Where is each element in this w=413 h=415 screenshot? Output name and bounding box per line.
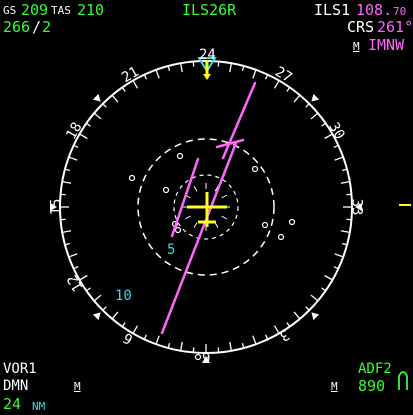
vor-label: VOR1 — [3, 361, 37, 377]
inner-tick — [221, 215, 228, 220]
compass-tick — [155, 69, 160, 79]
crs-m-label: M — [353, 40, 360, 53]
compass-tick — [265, 334, 269, 340]
compass-triangle — [311, 312, 320, 321]
crs-value: 261° — [377, 18, 413, 36]
inner-tick — [193, 222, 198, 229]
compass-tick — [305, 306, 310, 311]
hdg-15: 15 — [48, 198, 65, 216]
compass-tick — [333, 266, 339, 270]
aircraft-symbol-icon — [187, 192, 227, 227]
compass-triangle — [92, 312, 101, 321]
inner-tick — [193, 185, 198, 192]
compass-tick — [121, 322, 126, 327]
vor-ident: DMN — [3, 378, 29, 394]
compass-tick — [310, 112, 319, 120]
waypoint-circles — [128, 152, 296, 361]
wind-separator: / — [32, 18, 42, 36]
crs-label: CRS — [347, 18, 375, 36]
compass-tick — [62, 181, 72, 184]
compass-tick — [93, 294, 102, 302]
range-label-10: 10 — [115, 288, 132, 304]
compass-tick — [334, 156, 344, 161]
compass-tick — [286, 322, 291, 327]
frequency-decimal: 70 — [393, 5, 407, 18]
compass-tick — [340, 181, 350, 184]
gs-label: GS — [3, 4, 17, 17]
wind-speed: 2 — [42, 18, 52, 36]
compass-tick — [86, 122, 91, 127]
inner-tick — [221, 194, 228, 199]
vor-m-label: M — [74, 380, 81, 393]
compass-tick — [93, 112, 102, 120]
compass-tick — [324, 274, 333, 281]
adf-frequency: 890 — [358, 377, 386, 395]
compass-tick — [334, 253, 344, 258]
inner-tick — [184, 215, 191, 220]
compass-tick — [293, 311, 301, 320]
nav-source-label: ILS1 — [314, 1, 351, 19]
frequency-main: 108. — [356, 1, 393, 19]
adf-needle-icon — [398, 371, 408, 390]
compass-tick — [293, 94, 301, 103]
compass-tick — [286, 87, 291, 92]
range-label-5: 5 — [167, 242, 176, 258]
compass-tick — [229, 63, 232, 73]
approach-title: ILS26R — [182, 1, 237, 19]
compass-tick — [121, 87, 126, 92]
compass-tick — [155, 335, 160, 345]
adf-m-label: M — [331, 380, 338, 393]
compass-tick — [86, 287, 91, 292]
gs-value: 209 — [21, 1, 49, 19]
compass-tick — [340, 230, 350, 233]
adf-label: ADF2 — [358, 361, 392, 377]
compass-tick — [180, 63, 183, 73]
compass-triangle — [311, 93, 320, 102]
compass-tick — [102, 306, 107, 311]
compass-tick — [252, 69, 257, 79]
compass-tick — [73, 266, 79, 270]
lubber-pointer — [203, 74, 211, 80]
compass-tick — [252, 335, 257, 345]
compass-tick — [73, 144, 79, 148]
compass-tick — [143, 334, 147, 340]
vor-distance: 24 — [3, 395, 22, 413]
compass-tick — [62, 230, 72, 233]
compass-tick — [310, 294, 319, 302]
compass-tick — [68, 253, 78, 258]
compass-tick — [180, 341, 183, 351]
nav-ident: IMNW — [368, 36, 405, 54]
compass-triangle — [92, 93, 101, 102]
vor-distance-unit: NM — [32, 400, 46, 413]
compass-tick — [143, 74, 147, 80]
compass-tick — [265, 74, 269, 80]
compass-tick — [333, 144, 339, 148]
tas-value: 210 — [77, 1, 105, 19]
compass-tick — [305, 103, 310, 108]
compass-tick — [321, 122, 326, 127]
compass-tick — [229, 341, 232, 351]
hdg-33: 33 — [348, 198, 365, 216]
hdg-24: 24 — [199, 47, 216, 63]
compass-tick — [111, 94, 119, 103]
compass-tick — [321, 287, 326, 292]
tas-label: TAS — [51, 4, 71, 17]
compass-tick — [68, 156, 78, 161]
compass-tick — [111, 311, 119, 320]
compass-tick — [102, 103, 107, 108]
hdg-9: 9 — [202, 351, 211, 367]
wind-direction: 266 — [3, 18, 31, 36]
